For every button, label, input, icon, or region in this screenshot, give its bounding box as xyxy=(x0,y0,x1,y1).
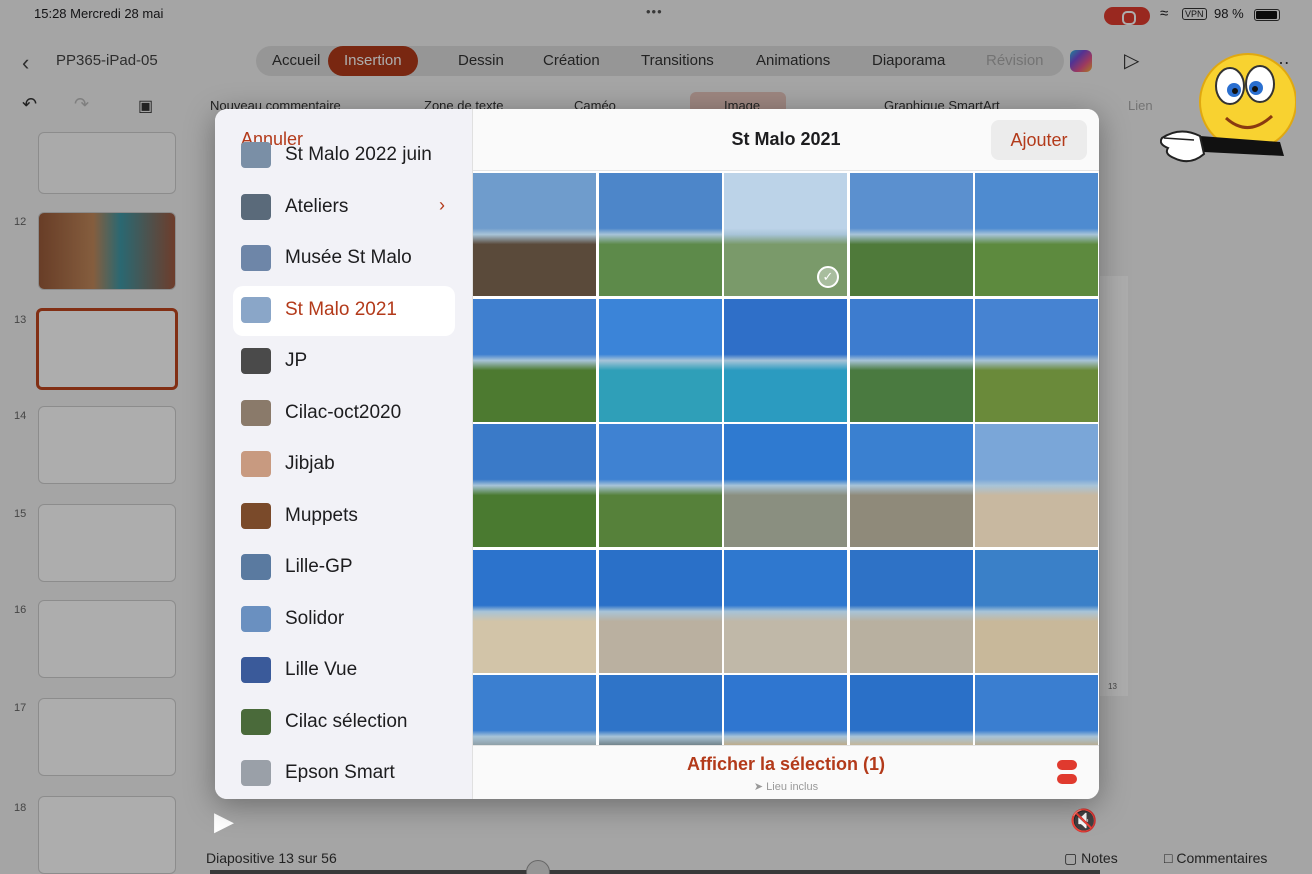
location-label: Lieu inclus xyxy=(766,781,819,793)
album-thumbnail-icon xyxy=(241,502,271,529)
photo-thumbnail[interactable] xyxy=(473,298,596,422)
photo-thumbnail[interactable] xyxy=(849,173,973,296)
show-selection-button[interactable]: Afficher la sélection (1) xyxy=(473,754,1099,775)
album-label: Cilac-oct2020 xyxy=(285,401,402,423)
album-item[interactable]: Cilac sélection xyxy=(233,698,455,748)
photo-thumbnail[interactable] xyxy=(849,298,973,422)
album-label: Muppets xyxy=(285,504,358,526)
album-label: Ateliers xyxy=(285,195,349,217)
photo-thumbnail[interactable] xyxy=(473,424,596,547)
album-thumbnail-icon xyxy=(241,451,271,477)
photo-thumbnail[interactable] xyxy=(473,173,596,296)
photo-thumbnail[interactable] xyxy=(975,424,1098,547)
album-item[interactable]: Lille-GP xyxy=(233,543,455,593)
album-label: St Malo 2022 juin xyxy=(285,144,432,165)
album-label: Epson Smart xyxy=(285,762,395,783)
photo-thumbnail[interactable] xyxy=(598,298,722,422)
album-thumbnail-icon xyxy=(241,193,271,220)
photo-thumbnail[interactable] xyxy=(473,549,596,673)
smiley-pointing-icon xyxy=(1160,53,1296,163)
location-included[interactable]: ➤ Lieu inclus xyxy=(473,780,1099,793)
photo-thumbnail[interactable] xyxy=(975,298,1098,422)
add-button[interactable]: Ajouter xyxy=(991,120,1087,160)
album-thumbnail-icon xyxy=(241,657,271,683)
album-thumbnail-icon xyxy=(241,605,271,632)
photo-thumbnail[interactable]: ✓ xyxy=(724,173,847,296)
album-item[interactable]: Solidor xyxy=(233,595,455,645)
photo-thumbnail[interactable] xyxy=(849,424,973,547)
album-item[interactable]: Cilac-oct2020 xyxy=(233,389,455,439)
photo-thumbnail[interactable] xyxy=(724,675,847,745)
chevron-right-icon: › xyxy=(439,194,445,215)
photo-thumbnail[interactable] xyxy=(975,173,1098,296)
album-thumbnail-icon xyxy=(241,708,271,735)
photo-thumbnail[interactable] xyxy=(598,675,722,745)
album-label: Cilac sélection xyxy=(285,710,408,732)
album-label: Solidor xyxy=(285,607,345,629)
photo-thumbnail[interactable] xyxy=(724,298,847,422)
selected-check-icon: ✓ xyxy=(817,266,839,288)
photo-thumbnail[interactable] xyxy=(849,549,973,673)
photo-thumbnail[interactable] xyxy=(724,424,847,547)
location-arrow-icon: ➤ xyxy=(753,781,764,793)
album-label: Musée St Malo xyxy=(285,247,412,268)
album-item[interactable]: Epson Smart xyxy=(233,749,455,799)
album-item[interactable]: JP xyxy=(233,337,455,387)
photo-thumbnail[interactable] xyxy=(724,549,847,673)
album-item[interactable]: Muppets xyxy=(233,492,455,542)
album-item[interactable]: St Malo 2021 xyxy=(233,285,455,336)
options-toggle-icon[interactable] xyxy=(1057,760,1077,786)
photo-thumbnail[interactable] xyxy=(598,549,722,673)
album-label: Lille Vue xyxy=(285,659,358,680)
album-label: Lille-GP xyxy=(285,556,353,577)
album-label: JP xyxy=(285,350,308,371)
album-thumbnail-icon xyxy=(241,142,271,168)
picker-footer: Afficher la sélection (1) ➤ Lieu inclus xyxy=(473,745,1099,799)
album-item[interactable]: Ateliers › xyxy=(233,183,455,233)
album-label: Jibjab xyxy=(285,453,335,474)
album-sidebar: Annuler St Malo 2022 juin Ateliers › Musée … xyxy=(215,109,473,799)
album-thumbnail-icon xyxy=(241,399,271,426)
picker-header: St Malo 2021 Ajouter xyxy=(473,109,1099,171)
album-thumbnail-icon xyxy=(241,760,271,786)
play-icon[interactable]: ▶ xyxy=(214,806,234,837)
photo-picker-sheet: Annuler St Malo 2022 juin Ateliers › Musée … xyxy=(215,109,1099,799)
photo-thumbnail[interactable] xyxy=(975,549,1098,673)
album-item[interactable]: Musée St Malo xyxy=(233,234,455,284)
photo-thumbnail[interactable] xyxy=(975,675,1098,745)
album-thumbnail-icon xyxy=(241,554,271,580)
album-item[interactable]: St Malo 2022 juin xyxy=(233,131,455,181)
photo-thumbnail[interactable] xyxy=(849,675,973,745)
album-item[interactable]: Lille Vue xyxy=(233,646,455,696)
photo-grid: ✓ xyxy=(473,173,1099,745)
photo-thumbnail[interactable] xyxy=(598,173,722,296)
mute-icon[interactable]: 🔇 xyxy=(1070,808,1097,834)
album-label: St Malo 2021 xyxy=(285,298,397,320)
album-thumbnail-icon xyxy=(241,348,271,374)
album-thumbnail-icon xyxy=(241,245,271,271)
photo-thumbnail[interactable] xyxy=(473,675,596,745)
album-item[interactable]: Jibjab xyxy=(233,440,455,490)
album-thumbnail-icon xyxy=(241,296,271,323)
photo-thumbnail[interactable] xyxy=(598,424,722,547)
